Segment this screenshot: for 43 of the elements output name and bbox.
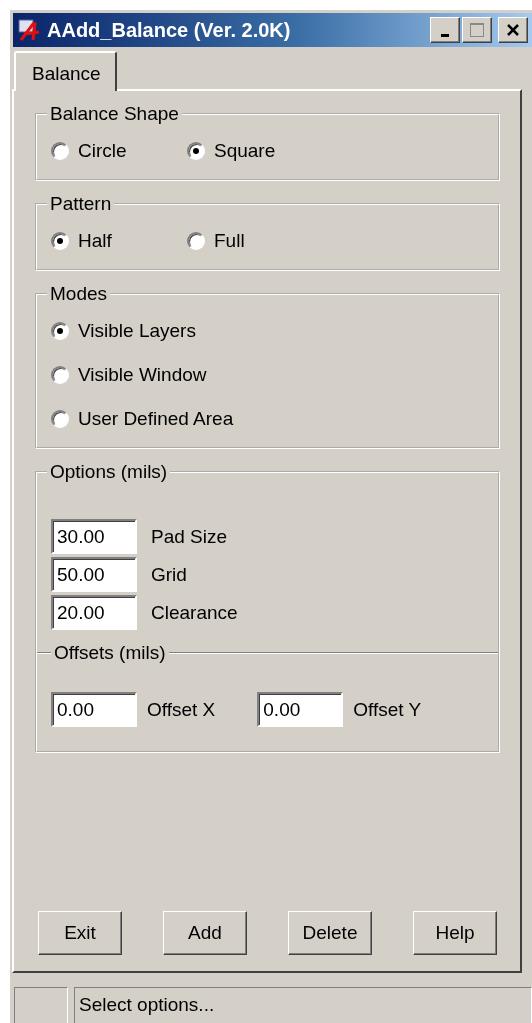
radio-option[interactable]: User Defined Area [51, 397, 484, 441]
group-title: Pattern [49, 193, 113, 215]
status-text: Select options... [74, 987, 532, 1023]
field-label: Pad Size [151, 525, 228, 548]
group-title: Options (mils) [49, 461, 169, 483]
status-pane [14, 987, 68, 1023]
radio-button[interactable] [187, 232, 205, 250]
radio-option[interactable]: Visible Window [51, 353, 484, 397]
input-field[interactable]: 30.00 [51, 519, 137, 554]
minimize-icon [441, 33, 449, 37]
field-label: Grid [151, 563, 187, 586]
field-label: Clearance [151, 601, 238, 624]
maximize-icon [469, 22, 485, 38]
radio-option[interactable]: Full [187, 219, 323, 263]
radio-option[interactable]: Circle [51, 129, 187, 173]
input-field[interactable]: 0.00 [257, 692, 344, 727]
group-title: Balance Shape [49, 103, 180, 125]
tab[interactable]: Balance [14, 51, 117, 91]
radio-button[interactable] [51, 232, 69, 250]
radio-button[interactable] [51, 410, 69, 428]
input-field[interactable]: 50.00 [51, 557, 137, 592]
group-title: Modes [49, 283, 109, 305]
maximize-button[interactable] [462, 17, 492, 43]
radio-button[interactable] [51, 366, 69, 384]
dialog-button[interactable]: Add [163, 911, 247, 955]
close-icon [506, 23, 520, 37]
radio-option[interactable]: Visible Layers [51, 309, 484, 353]
field-label: Offset Y [353, 698, 422, 721]
dialog-button[interactable]: Delete [288, 911, 372, 955]
radio-option[interactable]: Half [51, 219, 187, 263]
radio-option[interactable]: Square [187, 129, 323, 173]
dialog-button[interactable]: Exit [38, 911, 122, 955]
radio-button[interactable] [51, 322, 69, 340]
field-label: Offset X [147, 698, 216, 721]
minimize-button[interactable] [430, 17, 460, 43]
input-field[interactable]: 0.00 [51, 692, 137, 727]
group-title: Offsets (mils) [53, 642, 167, 664]
window-title: AAdd_Balance (Ver. 2.0K) [47, 18, 292, 42]
dialog-button[interactable]: Help [413, 911, 497, 955]
radio-button[interactable] [187, 142, 205, 160]
radio-button[interactable] [51, 142, 69, 160]
close-button[interactable] [498, 17, 528, 43]
input-field[interactable]: 20.00 [51, 595, 137, 630]
